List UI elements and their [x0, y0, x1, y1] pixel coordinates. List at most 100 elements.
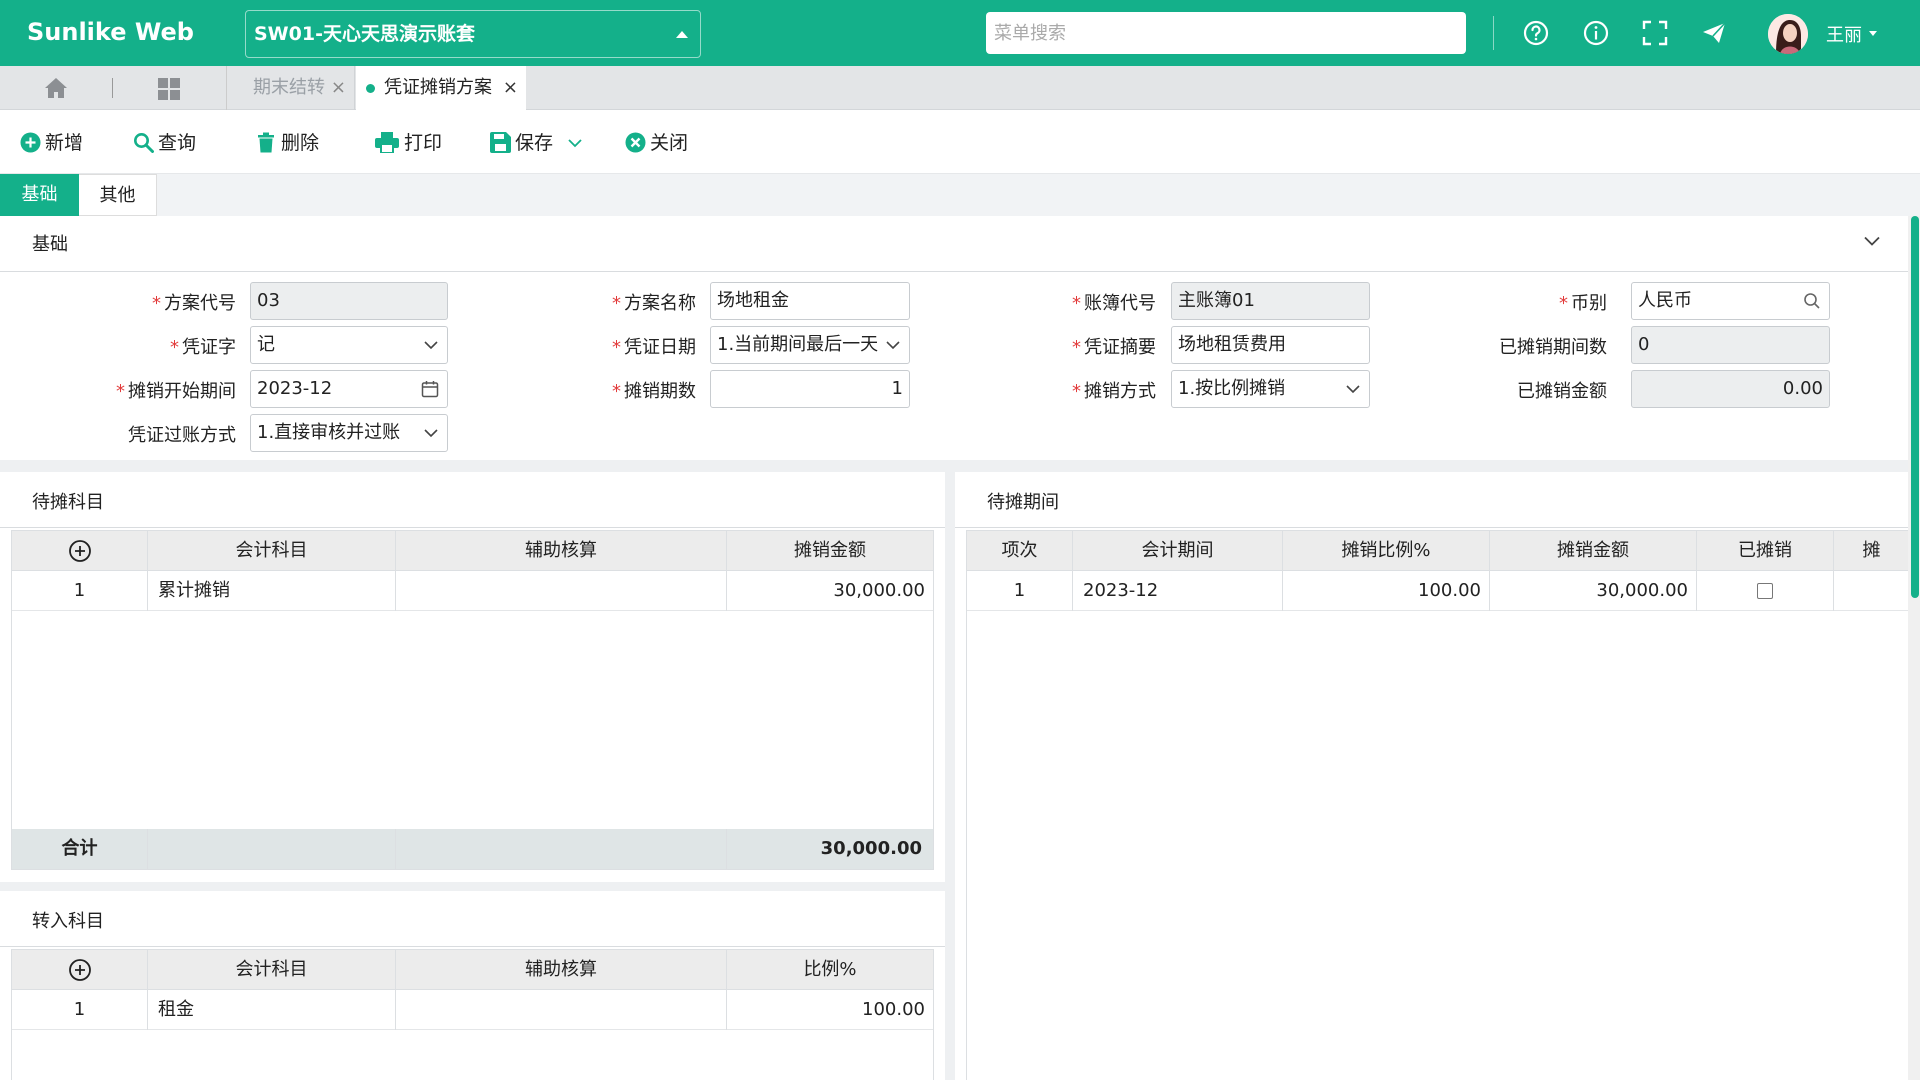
query-button[interactable]: 查询: [133, 130, 203, 156]
chevron-down-icon: [886, 341, 900, 350]
panel-title: 转入科目: [32, 911, 104, 932]
panel-title: 待摊期间: [987, 492, 1059, 513]
panel-divider: [0, 527, 945, 528]
close-circle-icon: [625, 132, 646, 153]
delete-button[interactable]: 删除: [256, 130, 326, 156]
add-button[interactable]: 新增: [20, 130, 90, 156]
voucher-date-select[interactable]: 1.当前期间最后一天: [710, 326, 910, 364]
currency-field[interactable]: 人民币: [1631, 282, 1830, 320]
voucher-word-select[interactable]: 记: [250, 326, 448, 364]
grid-header: 项次 会计期间 摊销比例% 摊销金额 已摊销 摊: [967, 531, 1908, 571]
column-header[interactable]: 摊销金额: [727, 531, 933, 571]
table-row[interactable]: 1 租金 100.00: [12, 990, 933, 1030]
plan-name-label: * 方案名称: [612, 293, 696, 314]
start-period-field[interactable]: 2023-12: [250, 370, 448, 408]
posting-method-select[interactable]: 1.直接审核并过账: [250, 414, 448, 452]
account-selector[interactable]: SW01-天心天思演示账套: [245, 10, 701, 58]
app-logo: Sunlike Web: [27, 18, 194, 46]
amortized-amount-field[interactable]: 0.00: [1631, 370, 1830, 408]
column-header[interactable]: 辅助核算: [396, 950, 727, 990]
pending-subjects-grid: 会计科目 辅助核算 摊销金额 1 累计摊销 30,000.00 合计 30,00…: [11, 530, 934, 870]
pending-periods-panel: 待摊期间 项次 会计期间 摊销比例% 摊销金额 已摊销 摊 1 2023-12 …: [955, 472, 1908, 1080]
plus-circle-icon[interactable]: [68, 958, 92, 982]
save-button[interactable]: 保存: [490, 130, 585, 156]
printer-icon: [375, 132, 399, 153]
column-header[interactable]: 项次: [967, 531, 1073, 571]
plus-circle-icon[interactable]: [68, 539, 92, 563]
plan-code-field[interactable]: 03: [250, 282, 448, 320]
topbar-divider: [1493, 16, 1494, 50]
total-amount: 30,000.00: [820, 838, 922, 859]
close-button[interactable]: 关闭: [625, 130, 695, 156]
print-button[interactable]: 打印: [375, 130, 445, 156]
info-circle-icon[interactable]: [1582, 19, 1610, 47]
method-select[interactable]: 1.按比例摊销: [1171, 370, 1370, 408]
currency-label: * 币别: [1559, 293, 1607, 314]
chevron-down-icon[interactable]: [568, 138, 582, 148]
table-row[interactable]: 1 累计摊销 30,000.00: [12, 571, 933, 611]
grid-total-row: 合计 30,000.00: [12, 829, 933, 869]
tab-voucher-amortization-plan[interactable]: 凭证摊销方案 ×: [356, 66, 526, 110]
plus-circle-icon: [20, 132, 41, 153]
tab-period-closing[interactable]: 期末结转 ×: [227, 66, 355, 110]
transfer-subjects-panel: 转入科目 会计科目 辅助核算 比例% 1 租金 100.00: [0, 891, 945, 1080]
page-tab-bar: 期末结转 × 凭证摊销方案 ×: [0, 66, 1920, 110]
column-header[interactable]: 会计科目: [148, 950, 396, 990]
toolbar: 新增 查询 删除 打印 保存 关闭: [0, 110, 1920, 174]
transfer-subjects-grid: 会计科目 辅助核算 比例% 1 租金 100.00: [11, 949, 934, 1080]
active-dot-icon: [366, 84, 375, 93]
form-tab-bar: 基础 其他: [0, 174, 1920, 216]
chevron-down-icon: [424, 429, 438, 438]
user-name[interactable]: 王丽: [1826, 21, 1862, 47]
tab-basic[interactable]: 基础: [0, 174, 79, 216]
voucher-date-label: * 凭证日期: [612, 337, 696, 358]
tab-other[interactable]: 其他: [79, 174, 157, 216]
search-icon[interactable]: [1803, 292, 1821, 310]
pending-subjects-panel: 待摊科目 会计科目 辅助核算 摊销金额 1 累计摊销 30,000.00 合计 …: [0, 472, 945, 882]
close-icon[interactable]: ×: [331, 66, 346, 110]
column-header[interactable]: 摊销比例%: [1283, 531, 1490, 571]
period-count-field[interactable]: 1: [710, 370, 910, 408]
grid-header: 会计科目 辅助核算 摊销金额: [12, 531, 933, 571]
scrollbar-thumb[interactable]: [1911, 216, 1919, 598]
column-header[interactable]: 辅助核算: [396, 531, 727, 571]
column-header[interactable]: 已摊销: [1697, 531, 1834, 571]
grid-header: 会计科目 辅助核算 比例%: [12, 950, 933, 990]
book-code-field[interactable]: 主账簿01: [1171, 282, 1370, 320]
avatar[interactable]: [1768, 14, 1808, 54]
caret-down-icon[interactable]: [1869, 31, 1877, 36]
fullscreen-icon[interactable]: [1641, 19, 1669, 47]
voucher-word-label: * 凭证字: [170, 337, 236, 358]
amortized-periods-field[interactable]: 0: [1631, 326, 1830, 364]
close-icon[interactable]: ×: [503, 66, 518, 110]
paper-plane-icon[interactable]: [1700, 19, 1728, 47]
menu-search-input[interactable]: [986, 12, 1466, 54]
top-bar: Sunlike Web SW01-天心天思演示账套 王丽: [0, 0, 1920, 66]
table-row[interactable]: 1 2023-12 100.00 30,000.00: [967, 571, 1908, 611]
chevron-down-icon: [1346, 385, 1360, 394]
start-period-label: * 摊销开始期间: [116, 381, 236, 402]
posting-method-label: 凭证过账方式: [128, 425, 236, 446]
amortized-periods-label: 已摊销期间数: [1499, 337, 1607, 358]
section-title: 基础: [32, 234, 68, 255]
total-label: 合计: [12, 829, 148, 869]
column-header[interactable]: 会计期间: [1073, 531, 1283, 571]
section-divider: [0, 271, 1908, 272]
caret-up-icon: [676, 31, 688, 38]
column-header[interactable]: 摊: [1834, 531, 1908, 571]
add-row-cell: [12, 531, 148, 571]
pending-periods-grid: 项次 会计期间 摊销比例% 摊销金额 已摊销 摊 1 2023-12 100.0…: [966, 530, 1908, 1080]
trash-icon: [258, 132, 274, 153]
voucher-summary-label: * 凭证摘要: [1072, 337, 1156, 358]
column-header[interactable]: 会计科目: [148, 531, 396, 571]
home-icon[interactable]: [44, 77, 68, 99]
amortized-checkbox[interactable]: [1757, 583, 1773, 599]
plan-name-field[interactable]: 场地租金: [710, 282, 910, 320]
grid-apps-icon[interactable]: [158, 78, 180, 100]
column-header[interactable]: 比例%: [727, 950, 933, 990]
column-header[interactable]: 摊销金额: [1490, 531, 1697, 571]
help-circle-icon[interactable]: [1522, 19, 1550, 47]
calendar-icon[interactable]: [421, 380, 439, 398]
chevron-down-icon[interactable]: [1864, 236, 1880, 246]
voucher-summary-field[interactable]: 场地租赁费用: [1171, 326, 1370, 364]
